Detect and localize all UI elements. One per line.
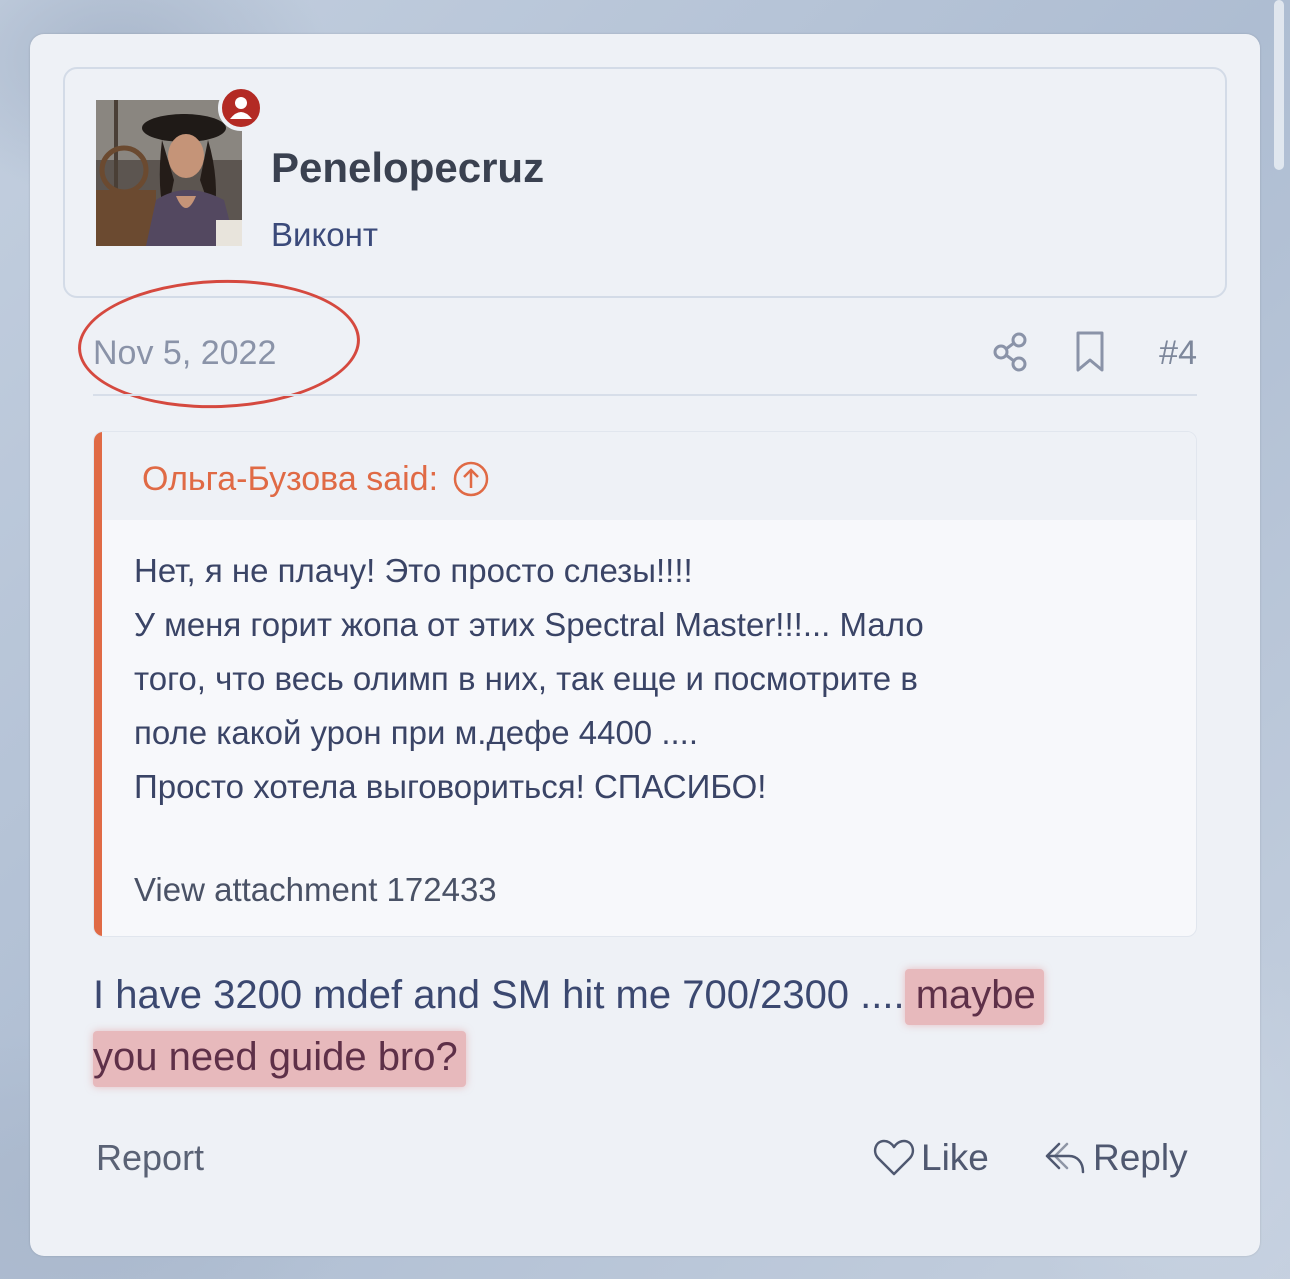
quote-line: У меня горит жопа от этих Spectral Maste… <box>134 606 924 643</box>
quote-block: Ольга-Бузова said: Нет, я не плачу! Это … <box>93 431 1197 937</box>
bookmark-icon[interactable] <box>1073 330 1107 374</box>
message-text: I have 3200 mdef and SM hit me 700/2300 … <box>93 973 905 1017</box>
quote-author-link[interactable]: Ольга-Бузова said: <box>142 458 490 500</box>
attachment-link[interactable]: View attachment 172433 <box>134 868 497 912</box>
heart-icon <box>873 1139 915 1176</box>
quote-accent-bar <box>94 432 102 936</box>
reply-arrow-icon <box>1045 1142 1085 1174</box>
user-title: Виконт <box>271 216 378 253</box>
highlighted-text: you need guide bro? <box>93 1031 466 1087</box>
user-info-box: Penelopecruz Виконт <box>63 67 1227 298</box>
scrollbar[interactable] <box>1274 0 1284 170</box>
username[interactable]: Penelopecruz <box>271 143 544 193</box>
post-meta-row: Nov 5, 2022 #4 <box>93 330 1197 380</box>
quote-header: Ольга-Бузова said: <box>102 432 1196 520</box>
reply-label: Reply <box>1093 1137 1188 1178</box>
quote-line: поле какой урон при м.дефе 4400 .... <box>134 714 698 751</box>
post-message: I have 3200 mdef and SM hit me 700/2300 … <box>93 964 1213 1088</box>
post-actions: Report Like Reply <box>93 1134 1197 1184</box>
highlighted-text: maybe <box>904 969 1044 1025</box>
user-icon <box>230 97 252 119</box>
quote-text: Нет, я не плачу! Это просто слезы!!!! У … <box>134 544 1166 814</box>
quote-line: Нет, я не плачу! Это просто слезы!!!! <box>134 552 693 589</box>
reply-button[interactable]: Reply <box>1043 1136 1188 1180</box>
like-label: Like <box>921 1137 989 1178</box>
share-icon[interactable] <box>991 330 1031 374</box>
post-card: Penelopecruz Виконт Nov 5, 2022 #4 Ольга… <box>30 34 1260 1256</box>
report-button[interactable]: Report <box>96 1136 204 1180</box>
quote-author-label: Ольга-Бузова said: <box>142 460 439 498</box>
avatar[interactable] <box>96 100 242 246</box>
arrow-up-circle-icon[interactable] <box>452 460 490 498</box>
like-button[interactable]: Like <box>873 1136 989 1180</box>
avatar-image <box>96 100 242 246</box>
post-number[interactable]: #4 <box>1159 332 1197 374</box>
online-status-badge <box>218 85 264 131</box>
divider <box>93 394 1197 396</box>
quote-line: того, что весь олимп в них, так еще и по… <box>134 660 918 697</box>
post-date[interactable]: Nov 5, 2022 <box>93 332 276 374</box>
quote-line: Просто хотела выговориться! СПАСИБО! <box>134 768 767 805</box>
